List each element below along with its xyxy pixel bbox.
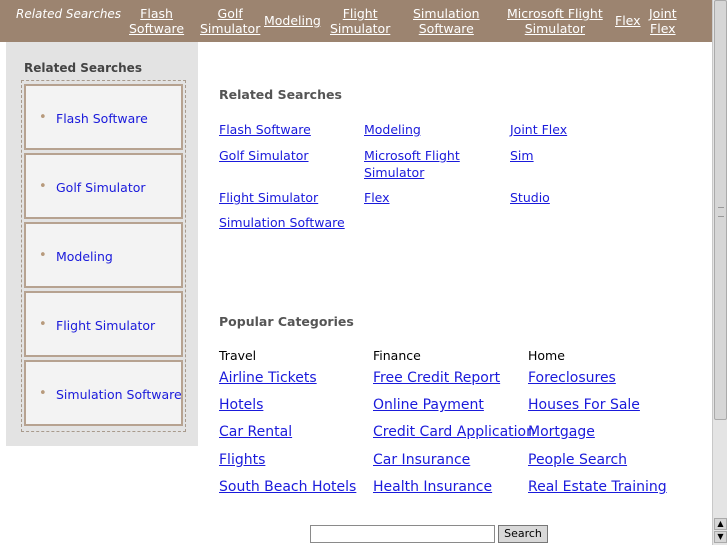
related-link[interactable]: Microsoft Flight Simulator bbox=[364, 147, 474, 181]
sidebar-item-label[interactable]: Modeling bbox=[56, 249, 113, 264]
related-link[interactable]: Sim bbox=[510, 147, 534, 164]
category-heading-home: Home bbox=[528, 348, 565, 363]
bullet-icon: • bbox=[39, 386, 47, 401]
category-link[interactable]: Free Credit Report bbox=[373, 370, 500, 386]
topbar-link-line: Simulation bbox=[413, 6, 480, 21]
category-link[interactable]: Airline Tickets bbox=[219, 370, 317, 386]
sidebar: Related Searches • Flash Software • Golf… bbox=[6, 42, 198, 446]
top-related-bar: Related Searches Flash Software Golf Sim… bbox=[0, 0, 712, 42]
scrollbar-thumb[interactable] bbox=[714, 0, 727, 420]
arrow-down-icon[interactable]: ▼ bbox=[714, 531, 727, 543]
sidebar-item-flash-software[interactable]: • Flash Software bbox=[24, 84, 183, 150]
topbar-link-line: Modeling bbox=[264, 13, 321, 28]
related-link[interactable]: Golf Simulator bbox=[219, 147, 309, 164]
topbar-link-flash-software[interactable]: Flash Software bbox=[129, 6, 184, 36]
topbar-link-line: Flight bbox=[342, 6, 378, 21]
category-link[interactable]: Mortgage bbox=[528, 424, 595, 440]
related-searches-title: Related Searches bbox=[219, 87, 342, 102]
topbar-link-simulation-software[interactable]: Simulation Software bbox=[413, 6, 480, 36]
vertical-scrollbar[interactable]: ▲ ▼ bbox=[712, 0, 727, 545]
category-heading-travel: Travel bbox=[219, 348, 257, 363]
topbar-link-line: Software bbox=[418, 21, 474, 36]
topbar-link-microsoft-flight-simulator[interactable]: Microsoft Flight Simulator bbox=[507, 6, 603, 36]
search-input[interactable] bbox=[310, 525, 495, 543]
category-link[interactable]: Car Rental bbox=[219, 424, 292, 440]
category-link[interactable]: Health Insurance bbox=[373, 479, 492, 495]
topbar-link-line: Joint bbox=[649, 6, 677, 21]
sidebar-list: • Flash Software • Golf Simulator • Mode… bbox=[21, 80, 186, 432]
arrow-up-icon[interactable]: ▲ bbox=[714, 518, 727, 530]
topbar-link-golf-simulator[interactable]: Golf Simulator bbox=[200, 6, 260, 36]
related-link[interactable]: Studio bbox=[510, 189, 550, 206]
category-link[interactable]: Car Insurance bbox=[373, 452, 470, 468]
sidebar-item-label[interactable]: Flash Software bbox=[56, 111, 148, 126]
bullet-icon: • bbox=[39, 317, 47, 332]
topbar-link-flight-simulator[interactable]: Flight Simulator bbox=[330, 6, 390, 36]
related-link[interactable]: Flex bbox=[364, 189, 390, 206]
sidebar-item-flight-simulator[interactable]: • Flight Simulator bbox=[24, 291, 183, 357]
search-button[interactable]: Search bbox=[498, 525, 548, 543]
related-link[interactable]: Flash Software bbox=[219, 121, 311, 138]
sidebar-title: Related Searches bbox=[24, 61, 142, 75]
bullet-icon: • bbox=[39, 179, 47, 194]
related-link[interactable]: Joint Flex bbox=[510, 121, 567, 138]
sidebar-item-label[interactable]: Golf Simulator bbox=[56, 180, 146, 195]
topbar-link-line: Simulator bbox=[524, 21, 586, 36]
topbar-label: Related Searches bbox=[16, 7, 122, 21]
category-link[interactable]: Credit Card Application bbox=[373, 424, 535, 440]
category-link[interactable]: South Beach Hotels bbox=[219, 479, 356, 495]
topbar-link-flex[interactable]: Flex bbox=[615, 13, 641, 28]
sidebar-item-golf-simulator[interactable]: • Golf Simulator bbox=[24, 153, 183, 219]
topbar-link-line: Golf bbox=[217, 6, 243, 21]
sidebar-item-label[interactable]: Simulation Software bbox=[56, 387, 182, 402]
topbar-link-modeling[interactable]: Modeling bbox=[264, 13, 321, 28]
category-link[interactable]: Real Estate Training bbox=[528, 479, 667, 495]
topbar-link-line: Software bbox=[129, 21, 185, 36]
topbar-link-line: Simulator bbox=[330, 21, 391, 36]
scrollbar-grip-icon bbox=[718, 207, 724, 217]
bullet-icon: • bbox=[39, 248, 47, 263]
related-link[interactable]: Flight Simulator bbox=[219, 189, 318, 206]
sidebar-item-modeling[interactable]: • Modeling bbox=[24, 222, 183, 288]
topbar-link-line: Simulator bbox=[200, 21, 261, 36]
topbar-link-joint-flex[interactable]: Joint Flex bbox=[649, 6, 677, 36]
topbar-link-line: Microsoft Flight bbox=[507, 6, 603, 21]
topbar-link-line: Flex bbox=[650, 21, 676, 36]
related-link[interactable]: Simulation Software bbox=[219, 214, 345, 231]
category-link[interactable]: Foreclosures bbox=[528, 370, 616, 386]
category-link[interactable]: Houses For Sale bbox=[528, 397, 640, 413]
category-heading-finance: Finance bbox=[373, 348, 421, 363]
category-link[interactable]: Flights bbox=[219, 452, 265, 468]
bullet-icon: • bbox=[39, 110, 47, 125]
category-link[interactable]: Hotels bbox=[219, 397, 263, 413]
topbar-link-line: Flash bbox=[140, 6, 173, 21]
related-link[interactable]: Modeling bbox=[364, 121, 421, 138]
category-link[interactable]: Online Payment bbox=[373, 397, 484, 413]
sidebar-item-simulation-software[interactable]: • Simulation Software bbox=[24, 360, 183, 426]
popular-categories-title: Popular Categories bbox=[219, 314, 354, 329]
category-link[interactable]: People Search bbox=[528, 452, 627, 468]
sidebar-item-label[interactable]: Flight Simulator bbox=[56, 318, 155, 333]
topbar-link-line: Flex bbox=[615, 13, 641, 28]
